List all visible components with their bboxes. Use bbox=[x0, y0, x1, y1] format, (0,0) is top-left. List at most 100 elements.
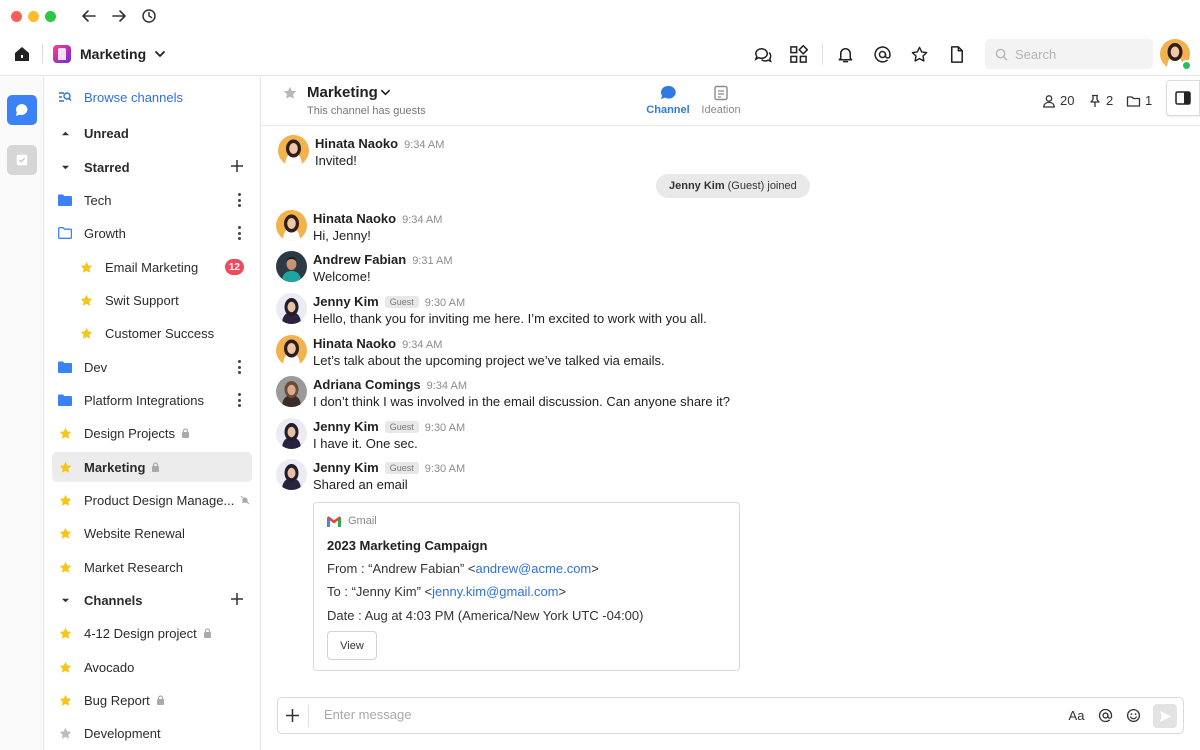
email-source-label: Gmail bbox=[348, 515, 377, 527]
section-label: Unread bbox=[84, 125, 129, 141]
message-author[interactable]: Jenny Kim Guest 9:30 AM bbox=[313, 419, 465, 434]
add-starred-plus-icon[interactable] bbox=[230, 159, 244, 173]
email-to-address[interactable]: jenny.kim@gmail.com bbox=[432, 584, 558, 599]
star-filled-icon bbox=[58, 493, 72, 507]
caret-up-icon bbox=[58, 126, 72, 140]
mention-at-icon[interactable] bbox=[1097, 707, 1114, 724]
toggle-side-panel-button[interactable] bbox=[1166, 80, 1200, 116]
sidebar-item-marketing[interactable]: Marketing bbox=[52, 452, 252, 482]
zoom-window-button[interactable] bbox=[45, 10, 56, 22]
back-arrow-icon[interactable] bbox=[81, 8, 97, 24]
send-button[interactable] bbox=[1153, 704, 1177, 728]
avatar[interactable] bbox=[276, 251, 307, 282]
section-unread[interactable]: Unread bbox=[52, 118, 252, 148]
avatar[interactable] bbox=[276, 376, 307, 407]
more-options-icon[interactable] bbox=[237, 193, 241, 207]
star-filled-icon bbox=[79, 293, 93, 307]
sidebar-item-customer-success[interactable]: Customer Success bbox=[52, 318, 252, 348]
add-channel-plus-icon[interactable] bbox=[230, 592, 244, 606]
text-format-icon[interactable]: Aa bbox=[1068, 707, 1085, 724]
tasks-app-button[interactable] bbox=[7, 145, 37, 175]
user-avatar[interactable] bbox=[1160, 39, 1192, 71]
message-input[interactable]: Enter message bbox=[324, 707, 411, 722]
sidebar-item-bug-report[interactable]: Bug Report bbox=[52, 685, 252, 715]
section-channels[interactable]: Channels bbox=[52, 585, 252, 615]
tab-ideation[interactable]: Ideation bbox=[693, 84, 749, 116]
message-author[interactable]: Hinata Naoko 9:34 AM bbox=[313, 211, 442, 226]
avatar[interactable] bbox=[276, 459, 307, 490]
browse-channels-link[interactable]: Browse channels bbox=[52, 82, 252, 112]
sidebar-item-product-design-manage[interactable]: Product Design Manage... bbox=[52, 485, 252, 515]
tab-channel[interactable]: Channel bbox=[640, 84, 696, 116]
members-count[interactable]: 20 bbox=[1042, 93, 1074, 108]
channel-title[interactable]: Marketing bbox=[307, 84, 378, 101]
sidebar-item-development[interactable]: Development bbox=[52, 718, 252, 748]
message-author[interactable]: Jenny Kim Guest 9:30 AM bbox=[313, 460, 465, 475]
more-options-icon[interactable] bbox=[237, 393, 241, 407]
sidebar-item-growth[interactable]: Growth bbox=[52, 218, 252, 248]
avatar[interactable] bbox=[278, 135, 309, 166]
section-starred[interactable]: Starred bbox=[52, 152, 252, 182]
avatar[interactable] bbox=[276, 210, 307, 241]
message-author[interactable]: Andrew Fabian 9:31 AM bbox=[313, 252, 453, 267]
more-options-icon[interactable] bbox=[237, 226, 241, 240]
sidebar-item-4-12-design-project[interactable]: 4-12 Design project bbox=[52, 618, 252, 648]
browse-channels-label: Browse channels bbox=[84, 89, 183, 105]
search-input[interactable]: Search bbox=[985, 39, 1153, 69]
emoji-icon[interactable] bbox=[1125, 707, 1142, 724]
close-window-button[interactable] bbox=[11, 10, 22, 22]
avatar[interactable] bbox=[276, 418, 307, 449]
section-label: Channels bbox=[84, 592, 143, 608]
mention-at-icon[interactable] bbox=[872, 44, 892, 64]
chevron-down-icon[interactable] bbox=[154, 48, 166, 60]
star-icon[interactable] bbox=[909, 44, 929, 64]
chevron-down-icon[interactable] bbox=[380, 87, 391, 98]
file-icon[interactable] bbox=[946, 44, 966, 64]
more-options-icon[interactable] bbox=[237, 360, 241, 374]
unread-count-badge: 12 bbox=[224, 259, 244, 275]
sidebar-item-platform-integrations[interactable]: Platform Integrations bbox=[52, 385, 252, 415]
sidebar-item-swit-support[interactable]: Swit Support bbox=[52, 285, 252, 315]
message-author[interactable]: Hinata Naoko 9:34 AM bbox=[313, 336, 442, 351]
sidebar-item-dev[interactable]: Dev bbox=[52, 352, 252, 382]
avatar[interactable] bbox=[276, 293, 307, 324]
sidebar-item-market-research[interactable]: Market Research bbox=[52, 552, 252, 582]
view-email-button[interactable]: View bbox=[327, 631, 377, 660]
sidebar-item-label: Market Research bbox=[84, 559, 183, 575]
guest-badge: Guest bbox=[384, 421, 419, 433]
sidebar-item-label: Platform Integrations bbox=[84, 392, 204, 408]
sidebar-item-design-projects[interactable]: Design Projects bbox=[52, 418, 252, 448]
sidebar-item-tech[interactable]: Tech bbox=[52, 185, 252, 215]
minimize-window-button[interactable] bbox=[28, 10, 39, 22]
star-channel-icon[interactable] bbox=[283, 86, 297, 100]
email-from-address[interactable]: andrew@acme.com bbox=[475, 561, 591, 576]
sidebar-item-email-marketing[interactable]: Email Marketing 12 bbox=[52, 252, 252, 282]
sidebar-item-avocado[interactable]: Avocado bbox=[52, 652, 252, 682]
messenger-app-button[interactable] bbox=[7, 95, 37, 125]
author-name: Jenny Kim bbox=[313, 294, 379, 309]
avatar[interactable] bbox=[276, 335, 307, 366]
message-author[interactable]: Adriana Comings 9:34 AM bbox=[313, 377, 467, 392]
star-filled-icon bbox=[58, 693, 72, 707]
bell-icon[interactable] bbox=[835, 44, 855, 64]
forward-arrow-icon[interactable] bbox=[111, 8, 127, 24]
chat-bubbles-icon[interactable] bbox=[752, 44, 772, 64]
shared-email-card[interactable]: Gmail 2023 Marketing Campaign From : “An… bbox=[313, 502, 740, 671]
message-author[interactable]: Hinata Naoko 9:34 AM bbox=[315, 136, 444, 151]
message-time: 9:34 AM bbox=[402, 339, 443, 351]
sidebar-item-label: Swit Support bbox=[105, 292, 179, 308]
message-author[interactable]: Jenny Kim Guest 9:30 AM bbox=[313, 294, 465, 309]
home-icon[interactable] bbox=[13, 45, 31, 63]
folder-outline-icon bbox=[1126, 95, 1141, 107]
star-filled-icon bbox=[58, 560, 72, 574]
person-icon bbox=[1043, 94, 1055, 108]
files-count-value: 1 bbox=[1145, 93, 1153, 108]
plus-icon[interactable] bbox=[285, 708, 300, 723]
sidebar-item-website-renewal[interactable]: Website Renewal bbox=[52, 518, 252, 548]
history-clock-icon[interactable] bbox=[141, 8, 157, 24]
workspace-name[interactable]: Marketing bbox=[80, 46, 146, 62]
files-count[interactable]: 1 bbox=[1126, 93, 1152, 108]
pinned-count[interactable]: 2 bbox=[1088, 93, 1113, 108]
apps-grid-icon[interactable] bbox=[788, 44, 808, 64]
workspace-logo[interactable] bbox=[53, 44, 71, 63]
